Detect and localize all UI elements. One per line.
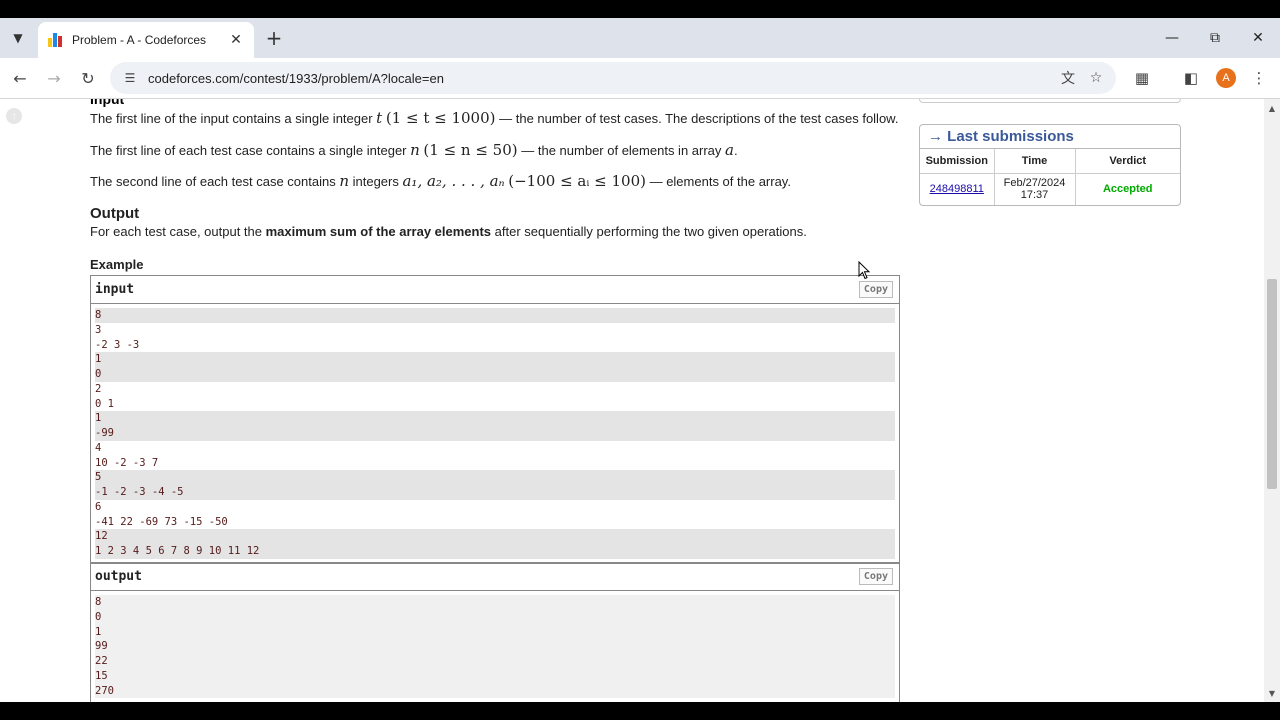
arrow-right-icon[interactable]: → <box>40 64 68 92</box>
submission-id-link[interactable]: 248498811 <box>930 183 984 195</box>
sample-line: -2 3 -3 <box>95 338 140 351</box>
sample-line: 8 <box>95 595 895 610</box>
sample-line: 1 <box>95 352 895 367</box>
tab-strip: ▼ Problem - A - Codeforces ✕ + — ⧉ ✕ <box>0 18 1280 58</box>
sample-line: 12 <box>95 529 895 544</box>
page-scrollbar[interactable]: ▲ ▼ <box>1264 99 1280 702</box>
browser-tab[interactable]: Problem - A - Codeforces ✕ <box>38 22 254 58</box>
table-row: 248498811 Feb/27/2024 17:37 Accepted <box>920 173 1180 205</box>
sample-line: 0 <box>95 609 895 625</box>
sample-line: 3 <box>95 323 102 336</box>
arrow-left-icon[interactable]: ← <box>6 64 34 92</box>
sample-output-title: output Copy <box>91 563 899 591</box>
star-icon[interactable]: ☆ <box>1082 64 1110 92</box>
sidebar-box-bottom-edge <box>919 99 1181 103</box>
sample-line: 8 <box>95 308 895 323</box>
sample-input-title: input Copy <box>91 276 899 304</box>
browser-chrome: ▼ Problem - A - Codeforces ✕ + — ⧉ ✕ ← →… <box>0 18 1280 99</box>
submissions-table: Submission Time Verdict 248498811 Feb/27… <box>920 149 1180 205</box>
sample-line: 0 1 <box>95 397 114 410</box>
sample-line: 270 <box>95 683 895 699</box>
kebab-menu-icon[interactable]: ⋮ <box>1246 65 1272 91</box>
address-bar[interactable]: ☰ codeforces.com/contest/1933/problem/A?… <box>110 62 1116 94</box>
mouse-cursor-icon <box>858 261 871 280</box>
sample-line: -41 22 -69 73 -15 -50 <box>95 515 228 528</box>
url-text[interactable]: codeforces.com/contest/1933/problem/A?lo… <box>148 71 1054 86</box>
sample-line: 4 <box>95 441 102 454</box>
reload-icon[interactable]: ↻ <box>74 64 102 92</box>
codeforces-favicon-icon <box>48 33 64 47</box>
sample-line: 1 <box>95 624 895 640</box>
copy-input-button[interactable]: Copy <box>858 281 893 298</box>
plus-icon[interactable]: + <box>262 26 286 50</box>
restore-icon[interactable]: ⧉ <box>1195 24 1235 52</box>
column-header-submission: Submission <box>920 149 995 174</box>
tab-title: Problem - A - Codeforces <box>72 33 207 47</box>
avatar[interactable]: A <box>1216 68 1236 88</box>
sample-line: -1 -2 -3 -4 -5 <box>95 485 895 500</box>
browser-toolbar: ← → ↻ ☰ codeforces.com/contest/1933/prob… <box>0 58 1280 99</box>
puzzle-icon[interactable]: ▦ <box>1129 65 1155 91</box>
sample-line: 5 <box>95 470 895 485</box>
scroll-up-arrow-icon[interactable]: ▲ <box>1264 101 1280 115</box>
input-heading: Input <box>90 99 125 107</box>
verdict-accepted: Accepted <box>1102 183 1153 196</box>
sample-line: 22 <box>95 654 895 669</box>
sample-input-box: input Copy 8 3 -2 3 -3 1 0 2 0 1 1 -99 4 10 -2 -3 … <box>90 275 900 564</box>
translate-icon[interactable]: 文 <box>1054 64 1082 92</box>
last-submissions-box: → Last submissions Submission Time Verdi… <box>919 124 1181 206</box>
last-submissions-title: → Last submissions <box>920 125 1180 149</box>
sample-line: 1 2 3 4 5 6 7 8 9 10 11 12 <box>95 544 895 559</box>
scroll-down-arrow-icon[interactable]: ▼ <box>1264 686 1280 700</box>
copy-output-button[interactable]: Copy <box>858 568 893 585</box>
output-description: For each test case, output the maximum s… <box>90 224 807 239</box>
scrollbar-thumb[interactable] <box>1267 279 1277 489</box>
side-panel-icon[interactable]: ◧ <box>1178 65 1204 91</box>
column-header-verdict: Verdict <box>1075 149 1180 174</box>
submission-time: Feb/27/2024 17:37 <box>994 173 1076 205</box>
page-content: ↑ Input The first line of the input cont… <box>0 99 1280 702</box>
sample-line: 1 <box>95 411 895 426</box>
sample-line: 6 <box>95 500 102 513</box>
close-icon[interactable]: ✕ <box>1238 24 1278 52</box>
close-icon[interactable]: ✕ <box>228 32 244 48</box>
tune-icon[interactable]: ☰ <box>120 68 140 88</box>
minimize-icon[interactable]: — <box>1152 24 1192 52</box>
input-description-line-1: The first line of the input contains a s… <box>90 109 899 127</box>
input-description-line-2: The first line of each test case contain… <box>90 141 738 159</box>
taskbar-edge <box>0 702 1280 720</box>
sample-line: 0 <box>95 367 895 382</box>
output-heading: Output <box>90 205 140 222</box>
scroll-to-top-icon[interactable]: ↑ <box>6 108 22 124</box>
column-header-time: Time <box>994 149 1076 174</box>
sample-output-content[interactable]: 8 0 1 99 22 15 270 <box>91 591 899 702</box>
sample-line: 99 <box>95 639 895 654</box>
example-label: Example <box>90 257 144 272</box>
sample-input-content[interactable]: 8 3 -2 3 -3 1 0 2 0 1 1 -99 4 10 -2 -3 7 5 -1 -2 -3 … <box>91 304 899 563</box>
sample-line: -99 <box>95 426 895 441</box>
sample-line: 2 <box>95 382 102 395</box>
input-description-line-3: The second line of each test case contai… <box>90 172 791 190</box>
chevron-down-icon[interactable]: ▼ <box>6 26 30 50</box>
sample-output-box: output Copy 8 0 1 99 22 15 270 <box>90 562 900 702</box>
sample-line: 15 <box>95 668 895 684</box>
sample-line: 10 -2 -3 7 <box>95 456 159 469</box>
